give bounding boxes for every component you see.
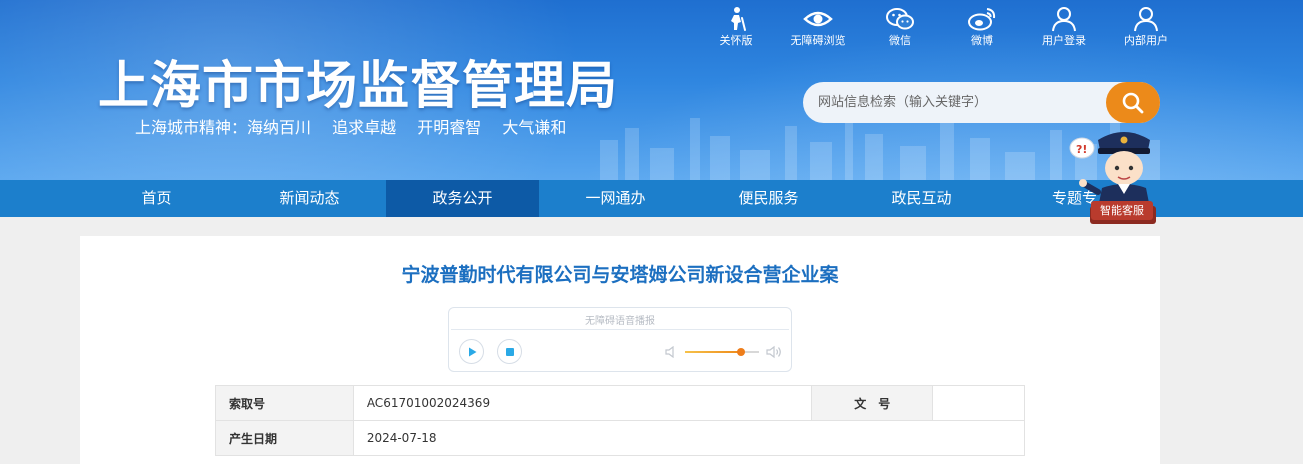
nav-item-interaction[interactable]: 政民互动 — [845, 180, 998, 217]
motto-part: 开明睿智 — [417, 118, 482, 137]
internal-user-link[interactable]: 内部用户 — [1105, 6, 1187, 48]
toolbar-label: 用户登录 — [1042, 34, 1086, 47]
nav-item-public-services[interactable]: 便民服务 — [692, 180, 845, 217]
player-progress-line[interactable] — [451, 329, 789, 330]
search-icon — [1122, 92, 1144, 113]
wechat-link[interactable]: 微信 — [859, 6, 941, 48]
weibo-link[interactable]: 微博 — [941, 6, 1023, 48]
info-key: 文 号 — [811, 385, 934, 421]
info-key: 产生日期 — [215, 420, 354, 456]
user-icon — [1052, 7, 1076, 32]
info-value: 2024-07-18 — [352, 420, 1026, 456]
wechat-icon — [886, 8, 914, 30]
toolbar-label: 无障碍浏览 — [790, 34, 846, 47]
nav-item-government-affairs[interactable]: 政务公开 — [386, 180, 539, 217]
user-login-link[interactable]: 用户登录 — [1023, 6, 1105, 48]
info-value — [932, 385, 1025, 421]
search-input[interactable] — [803, 82, 1103, 123]
motto-part: 大气谦和 — [502, 118, 567, 137]
info-key: 索取号 — [215, 385, 354, 421]
search-button[interactable] — [1106, 82, 1160, 123]
nav-item-one-stop-service[interactable]: 一网通办 — [539, 180, 692, 217]
nav-item-news[interactable]: 新闻动态 — [233, 180, 386, 217]
elderly-care-mode-link[interactable]: 关怀版 — [695, 6, 777, 48]
accessibility-browse-link[interactable]: 无障碍浏览 — [777, 6, 859, 48]
stop-icon — [505, 347, 514, 356]
elderly-care-icon — [731, 7, 746, 31]
assistant-label[interactable]: 智能客服 — [1091, 201, 1153, 220]
user-icon — [1134, 7, 1158, 32]
eye-icon — [803, 11, 833, 27]
motto-part: 上海城市精神：海纳百川 — [135, 118, 312, 137]
document-info-table: 索取号 AC61701002024369 文 号 产生日期 2024-07-18 — [215, 385, 1026, 456]
volume-fill — [685, 351, 741, 353]
toolbar-label: 内部用户 — [1124, 34, 1168, 47]
voice-broadcast-player: 无障碍语音播报 — [448, 307, 792, 372]
volume-slider[interactable] — [685, 348, 759, 356]
site-search — [803, 82, 1160, 123]
toolbar-label: 微信 — [889, 34, 911, 47]
svg-text:?!: ?! — [1076, 143, 1087, 156]
play-button[interactable] — [459, 339, 484, 364]
city-motto: 上海城市精神：海纳百川 追求卓越 开明睿智 大气谦和 — [135, 114, 582, 138]
toolbar-label: 关怀版 — [719, 34, 753, 47]
site-title: 上海市市场监督管理局 — [98, 57, 619, 116]
motto-part: 追求卓越 — [332, 118, 397, 137]
toolbar-label: 微博 — [971, 34, 993, 47]
nav-item-home[interactable]: 首页 — [80, 180, 233, 217]
volume-high-icon[interactable] — [766, 345, 782, 359]
info-value: AC61701002024369 — [352, 385, 813, 421]
volume-handle[interactable] — [736, 348, 745, 356]
top-toolbar: 关怀版 无障碍浏览 微信 微博 用户登录 内部用户 — [695, 6, 1187, 48]
table-row: 索取号 AC61701002024369 文 号 — [215, 385, 1025, 421]
article-title: 宁波普勤时代有限公司与安塔姆公司新设合营企业案 — [401, 264, 839, 286]
player-label: 无障碍语音播报 — [585, 316, 655, 327]
play-icon — [468, 347, 476, 356]
weibo-icon — [968, 8, 996, 31]
volume-low-icon[interactable] — [665, 346, 677, 358]
table-row: 产生日期 2024-07-18 — [215, 420, 1026, 456]
article-panel: 宁波普勤时代有限公司与安塔姆公司新设合营企业案 无障碍语音播报 索取号 AC61… — [80, 236, 1160, 464]
stop-button[interactable] — [497, 339, 522, 364]
